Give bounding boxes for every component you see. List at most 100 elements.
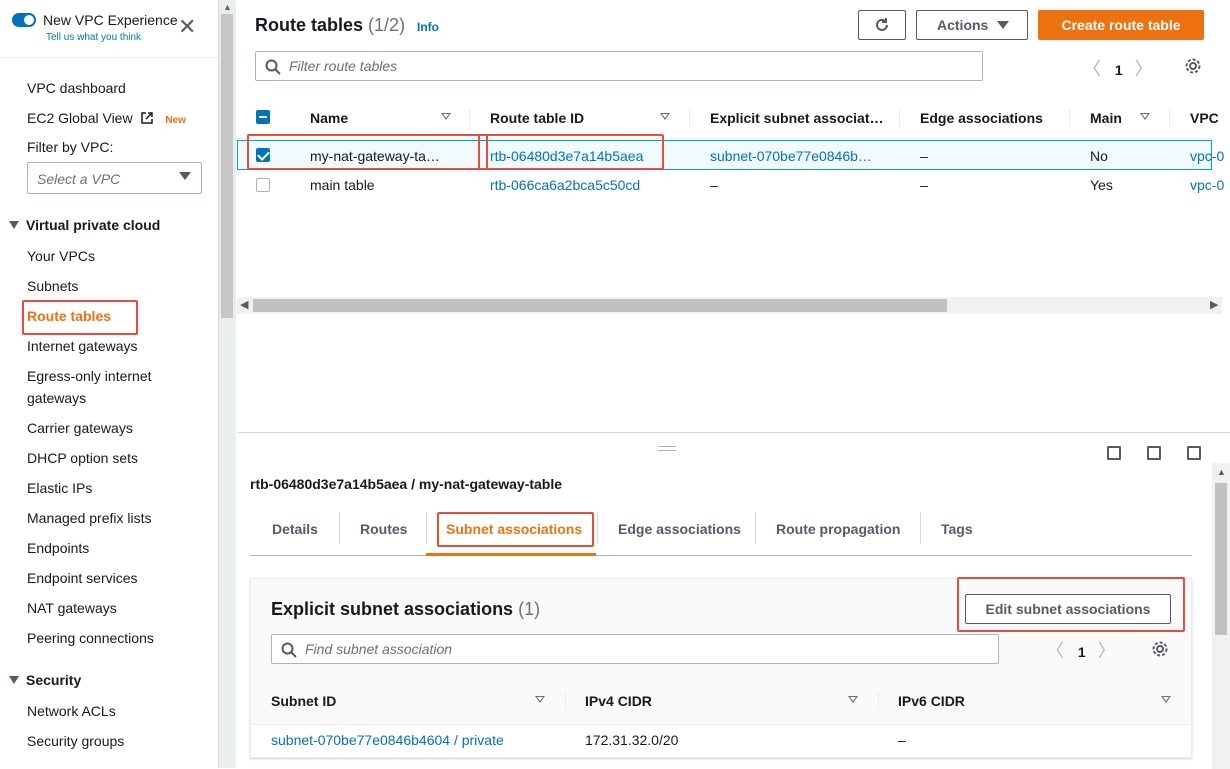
find-subnet-association-input[interactable]: Find subnet association: [271, 634, 999, 664]
edit-subnet-associations-button[interactable]: Edit subnet associations: [965, 594, 1171, 624]
cell-vpc[interactable]: vpc-0: [1190, 148, 1224, 164]
actions-button[interactable]: Actions: [916, 10, 1028, 40]
row-checkbox[interactable]: [256, 178, 270, 192]
maximize-icon[interactable]: [1187, 446, 1201, 460]
col-subnet-id[interactable]: Subnet ID: [271, 693, 336, 709]
section-virtual-private-cloud[interactable]: Virtual private cloud: [9, 217, 160, 233]
tab-edge-associations[interactable]: Edge associations: [618, 521, 741, 537]
caret-down-icon: [997, 21, 1009, 29]
card-count: (1): [518, 599, 541, 619]
tab-route-propagation[interactable]: Route propagation: [776, 521, 900, 537]
resize-handle-icon[interactable]: [658, 446, 676, 451]
info-link[interactable]: Info: [417, 20, 439, 34]
scroll-right-icon[interactable]: ▶: [1210, 298, 1218, 311]
scroll-left-icon[interactable]: ◀: [240, 298, 248, 311]
search-icon: [281, 642, 297, 658]
gear-icon[interactable]: [1184, 57, 1202, 75]
sort-icon[interactable]: [535, 696, 545, 703]
filter-route-tables-input[interactable]: Filter route tables: [255, 51, 983, 81]
row-checkbox[interactable]: [256, 148, 270, 162]
sidebar-scrollbar[interactable]: ▲: [218, 0, 236, 768]
col-explicit-subnet[interactable]: Explicit subnet associat…: [710, 110, 884, 126]
tab-subnet-associations[interactable]: Subnet associations: [446, 521, 582, 537]
top-pagination: 〈 1 〉: [1083, 55, 1153, 81]
nav-endpoint-services[interactable]: Endpoint services: [27, 570, 138, 586]
scroll-up-icon[interactable]: ▲: [223, 2, 232, 12]
caret-down-icon: [179, 172, 191, 180]
page-number[interactable]: 1: [1078, 644, 1086, 660]
dock-bottom-icon[interactable]: [1107, 446, 1121, 460]
col-ipv6-cidr[interactable]: IPv6 CIDR: [898, 693, 965, 709]
nav-your-vpcs[interactable]: Your VPCs: [27, 248, 95, 264]
next-page-icon[interactable]: 〉: [1098, 641, 1116, 661]
cell-vpc[interactable]: vpc-0: [1190, 177, 1224, 193]
nav-nat-gateways[interactable]: NAT gateways: [27, 600, 117, 616]
table-horizontal-scrollbar[interactable]: ◀ ▶: [237, 297, 1222, 314]
scrollbar-thumb[interactable]: [1215, 483, 1227, 635]
close-icon[interactable]: ✕: [178, 16, 196, 38]
tab-details[interactable]: Details: [272, 521, 318, 537]
nav-peering-connections[interactable]: Peering connections: [27, 630, 154, 646]
prev-page-icon[interactable]: 〈: [1046, 641, 1064, 661]
section-security[interactable]: Security: [9, 672, 81, 688]
col-vpc[interactable]: VPC: [1190, 110, 1219, 126]
route-tables-table: Name Route table ID Explicit subnet asso…: [237, 97, 1224, 417]
tab-separator: [339, 512, 340, 544]
gear-icon[interactable]: [1151, 640, 1169, 658]
vpc-select[interactable]: Select a VPC: [27, 162, 202, 194]
table-row[interactable]: main table rtb-066ca6a2bca5c50cd – – Yes…: [237, 170, 1224, 200]
scrollbar-thumb[interactable]: [253, 299, 947, 312]
cell-subnet-id[interactable]: subnet-070be77e0846b4604 / private: [271, 732, 504, 748]
card-title-text: Explicit subnet associations: [271, 599, 514, 619]
cell-route-table-id[interactable]: rtb-06480d3e7a14b5aea: [490, 148, 643, 164]
prev-page-icon[interactable]: 〈: [1083, 59, 1101, 79]
tab-tags[interactable]: Tags: [941, 521, 973, 537]
sort-icon[interactable]: [660, 113, 670, 120]
col-separator: [878, 692, 879, 710]
page-number[interactable]: 1: [1115, 62, 1123, 78]
create-route-table-button[interactable]: Create route table: [1038, 10, 1204, 40]
sort-icon[interactable]: [441, 113, 451, 120]
nav-network-acls[interactable]: Network ACLs: [27, 703, 116, 719]
nav-elastic-ips[interactable]: Elastic IPs: [27, 480, 92, 496]
cell-explicit-subnet[interactable]: subnet-070be77e0846b…: [710, 148, 872, 164]
col-main[interactable]: Main: [1090, 110, 1122, 126]
sort-icon[interactable]: [848, 696, 858, 703]
nav-subnets[interactable]: Subnets: [27, 278, 78, 294]
sort-icon[interactable]: [1140, 113, 1150, 120]
col-edge-associations[interactable]: Edge associations: [920, 110, 1043, 126]
scroll-up-icon[interactable]: ▲: [1217, 467, 1226, 477]
table-row[interactable]: my-nat-gateway-ta… rtb-06480d3e7a14b5aea…: [237, 140, 1224, 170]
col-route-table-id[interactable]: Route table ID: [490, 110, 584, 126]
card-title: Explicit subnet associations (1): [271, 599, 540, 620]
nav-egress-only-gateways-line2[interactable]: gateways: [27, 390, 86, 406]
nav-internet-gateways[interactable]: Internet gateways: [27, 338, 138, 354]
nav-dhcp-option-sets[interactable]: DHCP option sets: [27, 450, 138, 466]
col-ipv4-cidr[interactable]: IPv4 CIDR: [585, 693, 652, 709]
details-vertical-scrollbar[interactable]: ▲: [1212, 463, 1230, 769]
nav-endpoints[interactable]: Endpoints: [27, 540, 89, 556]
nav-egress-only-gateways[interactable]: Egress-only internet: [27, 368, 152, 384]
next-page-icon[interactable]: 〉: [1135, 59, 1153, 79]
dock-side-icon[interactable]: [1147, 446, 1161, 460]
sort-icon[interactable]: [1161, 696, 1171, 703]
nav-managed-prefix-lists[interactable]: Managed prefix lists: [27, 510, 152, 526]
cell-edge: –: [920, 177, 928, 193]
new-vpc-toggle[interactable]: [12, 13, 36, 27]
feedback-link[interactable]: Tell us what you think: [46, 32, 141, 43]
scrollbar-thumb[interactable]: [221, 14, 233, 318]
nav-security-groups[interactable]: Security groups: [27, 733, 124, 749]
card-pagination: 〈 1 〉: [1046, 637, 1116, 663]
nav-carrier-gateways[interactable]: Carrier gateways: [27, 420, 133, 436]
cell-route-table-id[interactable]: rtb-066ca6a2bca5c50cd: [490, 177, 640, 193]
nav-route-tables[interactable]: Route tables: [27, 308, 111, 324]
nav-ec2-global-view[interactable]: EC2 Global View New: [27, 110, 186, 126]
tab-separator: [426, 512, 427, 544]
divider: [0, 57, 218, 58]
refresh-button[interactable]: [858, 10, 906, 40]
col-name[interactable]: Name: [310, 110, 348, 126]
select-all-checkbox[interactable]: [256, 110, 270, 124]
table-row[interactable]: subnet-070be77e0846b4604 / private 172.3…: [251, 724, 1191, 754]
nav-vpc-dashboard[interactable]: VPC dashboard: [27, 80, 126, 96]
tab-routes[interactable]: Routes: [360, 521, 407, 537]
